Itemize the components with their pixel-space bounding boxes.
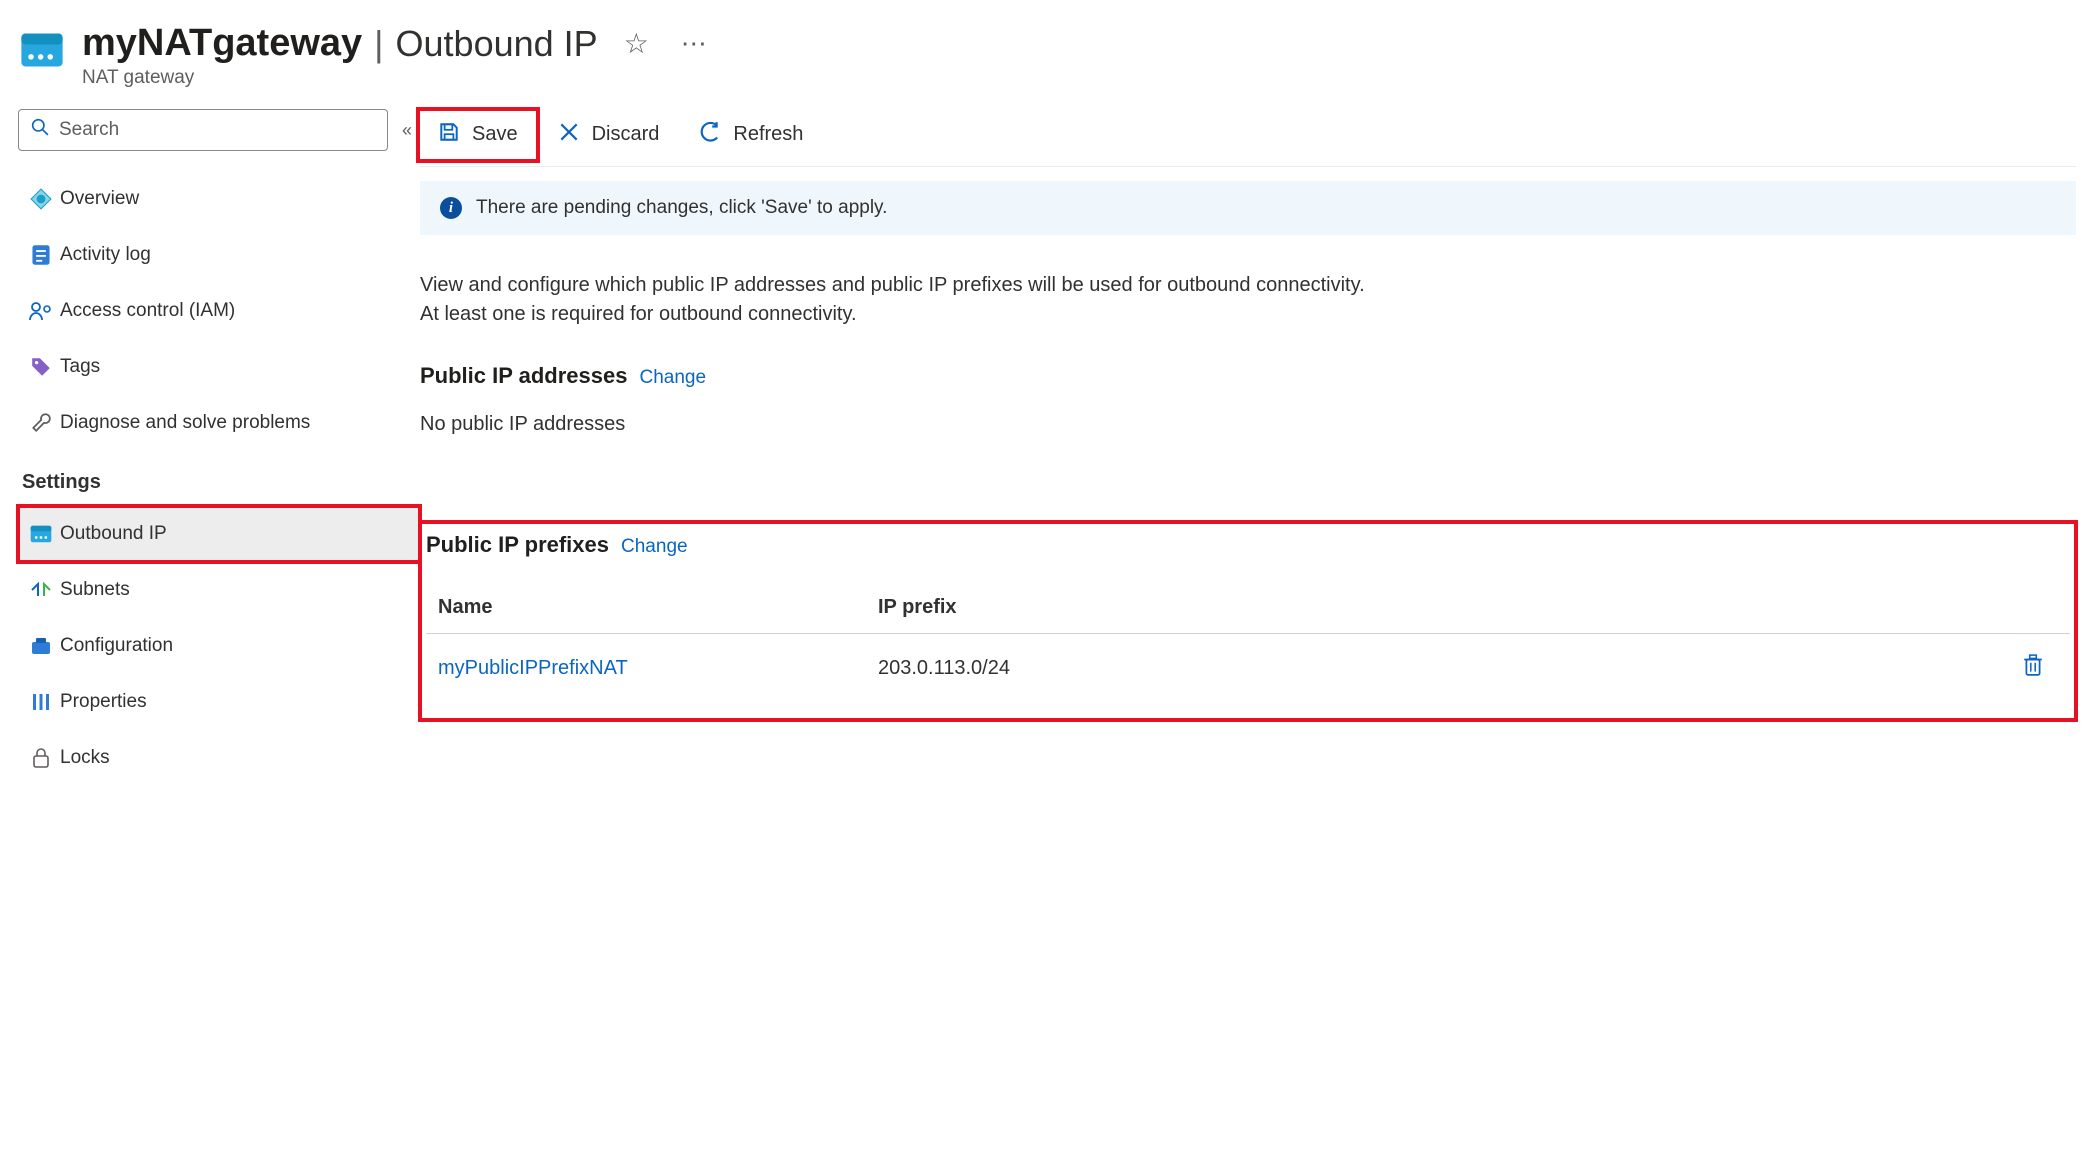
globe-icon: [22, 188, 60, 210]
nat-gateway-icon: [20, 28, 64, 72]
lock-icon: [22, 747, 60, 769]
sidebar-item-outbound-ip[interactable]: Outbound IP: [18, 506, 418, 562]
search-icon: [31, 118, 49, 142]
subnets-icon: [22, 581, 60, 599]
iam-icon: [22, 301, 60, 321]
save-button-label: Save: [472, 123, 518, 146]
column-header-name: Name: [438, 596, 878, 619]
discard-button-label: Discard: [592, 123, 660, 146]
sidebar-item-label: Locks: [60, 747, 110, 769]
title-separator: |: [374, 23, 383, 65]
sidebar-item-overview[interactable]: Overview: [18, 171, 420, 227]
sidebar-item-label: Diagnose and solve problems: [60, 412, 310, 434]
resource-type: NAT gateway: [82, 67, 709, 89]
sidebar-search[interactable]: [18, 109, 388, 151]
save-button[interactable]: Save: [420, 111, 536, 159]
pending-changes-banner: i There are pending changes, click 'Save…: [420, 181, 2076, 235]
sidebar-item-subnets[interactable]: Subnets: [18, 562, 420, 618]
config-icon: [22, 636, 60, 656]
properties-icon: [22, 692, 60, 712]
table-row: myPublicIPPrefixNAT 203.0.113.0/24: [426, 634, 2070, 702]
close-icon: [558, 121, 580, 149]
column-header-prefix: IP prefix: [878, 596, 2008, 619]
description-text: View and configure which public IP addre…: [420, 271, 1380, 329]
sidebar: « Overview Activity log Access control (…: [0, 99, 420, 786]
log-icon: [22, 244, 60, 266]
resource-name: myNATgateway: [82, 22, 362, 65]
sidebar-item-access-control[interactable]: Access control (IAM): [18, 283, 420, 339]
no-public-ip-text: No public IP addresses: [420, 413, 2076, 436]
sidebar-item-label: Overview: [60, 188, 139, 210]
ip-prefix-table: Name IP prefix myPublicIPPrefixNAT 203.0…: [426, 578, 2070, 702]
sidebar-item-label: Activity log: [60, 244, 151, 266]
public-ip-addresses-title: Public IP addresses: [420, 363, 627, 389]
public-ip-prefixes-change-link[interactable]: Change: [621, 536, 688, 558]
public-ip-addresses-header: Public IP addresses Change: [420, 363, 2076, 389]
banner-text: There are pending changes, click 'Save' …: [476, 197, 887, 219]
main-content: Save Discard Refresh i There are pending…: [420, 99, 2100, 786]
sidebar-item-activity-log[interactable]: Activity log: [18, 227, 420, 283]
sidebar-item-properties[interactable]: Properties: [18, 674, 420, 730]
favorite-star-icon[interactable]: ☆: [624, 27, 649, 60]
sidebar-item-locks[interactable]: Locks: [18, 730, 420, 786]
sidebar-item-label: Properties: [60, 691, 147, 713]
highlight-save: Save: [420, 111, 536, 159]
collapse-sidebar-icon[interactable]: «: [402, 120, 412, 141]
page-header: myNATgateway | Outbound IP ☆ ⋯ NAT gatew…: [0, 0, 2100, 99]
sidebar-item-label: Access control (IAM): [60, 300, 235, 322]
highlight-outbound-ip: Outbound IP: [18, 506, 420, 562]
save-icon: [438, 121, 460, 149]
prefix-name-link[interactable]: myPublicIPPrefixNAT: [438, 657, 878, 680]
sidebar-section-settings: Settings: [18, 451, 420, 506]
refresh-button-label: Refresh: [733, 123, 803, 146]
public-ip-prefixes-title: Public IP prefixes: [426, 532, 609, 558]
sidebar-item-tags[interactable]: Tags: [18, 339, 420, 395]
prefix-value: 203.0.113.0/24: [878, 657, 2008, 680]
trash-icon: [2023, 654, 2043, 676]
page-title: Outbound IP: [396, 23, 598, 65]
search-input[interactable]: [57, 118, 375, 142]
refresh-button[interactable]: Refresh: [681, 111, 821, 159]
sidebar-item-label: Subnets: [60, 579, 130, 601]
sidebar-item-configuration[interactable]: Configuration: [18, 618, 420, 674]
info-icon: i: [440, 197, 462, 219]
wrench-icon: [22, 412, 60, 434]
discard-button[interactable]: Discard: [540, 111, 678, 159]
sidebar-item-diagnose[interactable]: Diagnose and solve problems: [18, 395, 420, 451]
refresh-icon: [699, 121, 721, 149]
delete-prefix-button[interactable]: [2023, 654, 2043, 682]
more-actions-icon[interactable]: ⋯: [681, 28, 709, 59]
public-ip-addresses-change-link[interactable]: Change: [639, 367, 706, 389]
tag-icon: [22, 356, 60, 378]
nat-icon: [22, 525, 60, 543]
sidebar-item-label: Outbound IP: [60, 523, 167, 545]
toolbar: Save Discard Refresh: [420, 103, 2076, 167]
sidebar-item-label: Tags: [60, 356, 100, 378]
public-ip-prefixes-block: Public IP prefixes Change Name IP prefix…: [420, 522, 2076, 720]
table-header-row: Name IP prefix: [426, 578, 2070, 634]
sidebar-item-label: Configuration: [60, 635, 173, 657]
